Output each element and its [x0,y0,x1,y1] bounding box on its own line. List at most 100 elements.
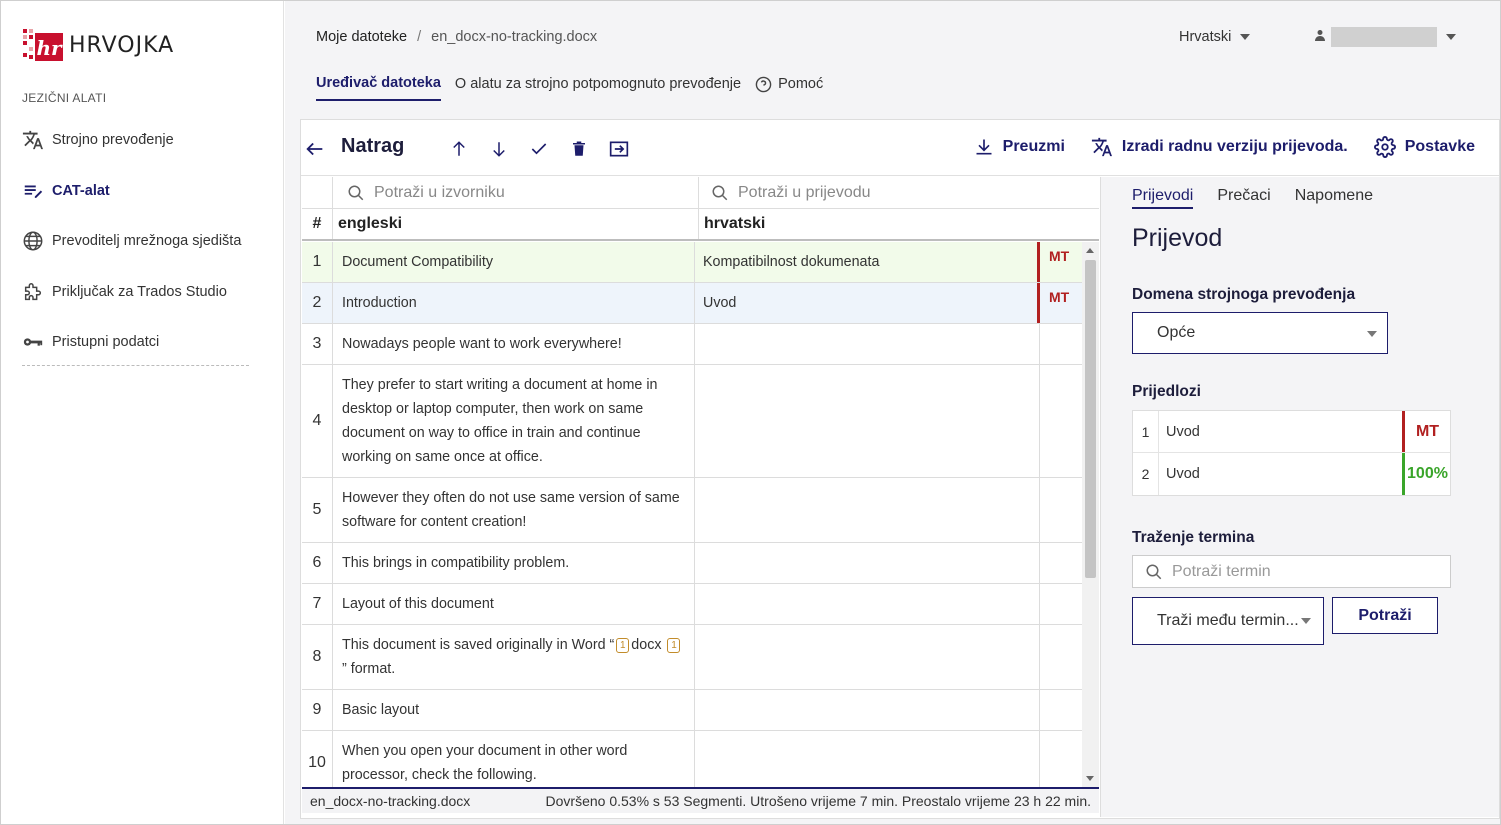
search-target-input[interactable]: Potraži u prijevodu [699,177,1099,209]
segment-source: Introduction [333,283,695,323]
segment-target[interactable] [695,690,1040,730]
search-icon [712,185,728,201]
chevron-down-icon [1446,34,1456,40]
scroll-down-icon[interactable] [1086,776,1094,781]
grid-scrollbar[interactable] [1082,242,1099,787]
editor-panel: Natrag Preuzmi Izradi radnu verziju prij… [300,119,1500,819]
segment-source-part: ” format. [342,661,396,677]
segment-target[interactable] [695,625,1040,689]
copy-source-icon[interactable] [609,138,629,160]
tab-about[interactable]: O alatu za strojno potpomognuto prevođen… [455,75,741,101]
tab-notes[interactable]: Napomene [1295,187,1373,209]
trash-icon[interactable] [569,138,589,160]
status-file: en_docx-no-tracking.docx [310,793,471,809]
right-panel: Prijevodi Prečaci Napomene Prijevod Dome… [1100,177,1499,817]
sidebar-item-label: Priključak za Trados Studio [52,283,227,300]
segment-number: 3 [302,324,333,364]
sidebar-item-trados-plugin[interactable]: Priključak za Trados Studio [21,267,251,318]
scroll-thumb[interactable] [1085,260,1096,578]
logo-text: HRVOJKA [69,32,175,58]
table-row[interactable]: 7 Layout of this document [302,584,1082,625]
segment-target[interactable] [695,324,1040,364]
suggestion-text: Uvod [1166,466,1200,482]
back-arrow-icon[interactable] [304,138,326,165]
puzzle-icon [21,280,45,304]
segment-flag [1040,584,1082,624]
segment-target[interactable]: Kompatibilnost dokumenata [695,242,1040,282]
tab-help[interactable]: Pomoć [755,75,823,101]
segment-number: 1 [302,242,333,282]
table-row[interactable]: 10 When you open your document in other … [302,731,1082,787]
suggestion-item[interactable]: 2 Uvod 100% [1133,453,1450,495]
search-spacer [302,177,333,209]
segment-source: However they often do not use same versi… [333,478,695,542]
segment-target[interactable] [695,584,1040,624]
gear-icon [1373,136,1396,158]
segment-flag [1040,324,1082,364]
logo[interactable]: hr HRVOJKA [21,27,174,63]
tab-file-editor[interactable]: Uređivač datoteka [316,75,441,101]
scroll-up-icon[interactable] [1086,248,1094,253]
segment-flag [1040,690,1082,730]
table-row[interactable]: 6 This brings in compatibility problem. [302,543,1082,584]
table-row[interactable]: 4 They prefer to start writing a documen… [302,365,1082,478]
tab-translations[interactable]: Prijevodi [1132,187,1194,209]
table-row[interactable]: 8 This document is saved originally in W… [302,625,1082,690]
check-icon[interactable] [529,138,549,160]
tag-open-icon[interactable]: 1 [616,637,630,653]
arrow-down-icon[interactable] [489,138,509,160]
sidebar-item-machine-translation[interactable]: Strojno prevođenje [21,115,251,166]
sidebar-item-access-data[interactable]: Pristupni podatci [21,317,251,368]
tab-shortcuts[interactable]: Prečaci [1217,187,1270,209]
search-target-placeholder: Potraži u prijevodu [738,184,871,201]
sidebar-item-cat-tool[interactable]: CAT-alat [21,166,251,217]
segment-source: Nowadays people want to work everywhere! [333,324,695,364]
sidebar-item-website-translator[interactable]: Prevoditelj mrežnoga sjedišta [21,216,251,267]
domain-select[interactable]: Opće [1132,312,1388,354]
segment-rows: 1 Document Compatibility Kompatibilnost … [302,242,1082,787]
search-source-placeholder: Potraži u izvorniku [374,184,505,201]
svg-text:hr: hr [36,36,63,60]
segment-target[interactable] [695,731,1040,787]
col-source-header: engleski [333,209,699,239]
table-row[interactable]: 2 Introduction Uvod MT [302,283,1082,324]
segment-target[interactable] [695,365,1040,477]
toolbar-icons [449,138,649,160]
table-row[interactable]: 9 Basic layout [302,690,1082,731]
grid-header: # engleski hrvatski [302,209,1099,241]
table-row[interactable]: 5 However they often do not use same ver… [302,478,1082,543]
tag-close-icon[interactable]: 1 [667,637,681,653]
segment-source: Document Compatibility [333,242,695,282]
create-draft-button[interactable]: Izradi radnu verziju prijevoda. [1091,136,1348,158]
mt-badge: MT [1049,289,1070,305]
search-icon [348,185,364,201]
segment-number: 10 [302,731,333,787]
table-row[interactable]: 1 Document Compatibility Kompatibilnost … [302,242,1082,283]
table-row[interactable]: 3 Nowadays people want to work everywher… [302,324,1082,365]
download-button[interactable]: Preuzmi [974,137,1065,157]
segment-target[interactable]: Uvod [695,283,1040,323]
back-button[interactable]: Natrag [341,135,404,158]
segment-number: 5 [302,478,333,542]
status-progress: Dovršeno 0.53% s 53 Segmenti. Utrošeno v… [545,793,1091,809]
arrow-up-icon[interactable] [449,138,469,160]
term-search-input[interactable]: Potraži termin [1132,555,1451,588]
term-search-button[interactable]: Potraži [1332,597,1438,634]
settings-button[interactable]: Postavke [1373,136,1475,158]
user-menu[interactable] [1315,27,1456,47]
segment-target[interactable] [695,543,1040,583]
segment-flag [1040,625,1082,689]
suggestion-item[interactable]: 1 Uvod MT [1133,411,1450,453]
breadcrumb-root[interactable]: Moje datoteke [316,29,407,45]
suggestion-badge-match: 100% [1402,453,1450,495]
term-scope-select[interactable]: Traži među termin... [1132,597,1324,645]
term-search-placeholder: Potraži termin [1172,562,1271,580]
breadcrumb-file: en_docx-no-tracking.docx [431,29,598,45]
segment-target[interactable] [695,478,1040,542]
status-bar: en_docx-no-tracking.docx Dovršeno 0.53% … [302,787,1099,813]
segment-flag [1040,543,1082,583]
language-select[interactable]: Hrvatski [1179,29,1251,45]
search-source-input[interactable]: Potraži u izvorniku [333,177,699,209]
segment-source-part: This document is saved originally in Wor… [342,637,615,653]
suggestion-number: 1 [1133,411,1159,452]
